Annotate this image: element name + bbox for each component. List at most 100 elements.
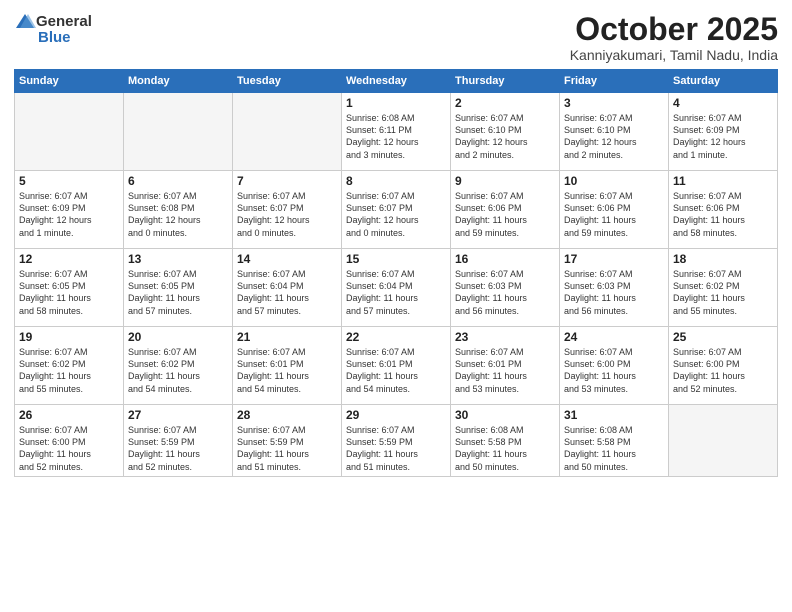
day-info: Sunrise: 6:08 AMSunset: 5:58 PMDaylight:… <box>564 424 664 473</box>
table-row: 15 Sunrise: 6:07 AMSunset: 6:04 PMDayligh… <box>342 249 451 327</box>
day-info: Sunrise: 6:07 AMSunset: 6:10 PMDaylight:… <box>455 112 555 161</box>
day-number: 16 <box>455 252 555 266</box>
table-row: 11 Sunrise: 6:07 AMSunset: 6:06 PMDayligh… <box>669 171 778 249</box>
day-number: 22 <box>346 330 446 344</box>
day-info: Sunrise: 6:07 AMSunset: 6:02 PMDaylight:… <box>19 346 119 395</box>
day-number: 19 <box>19 330 119 344</box>
table-row: 9Sunrise: 6:07 AMSunset: 6:06 PMDaylight… <box>451 171 560 249</box>
table-row: 16 Sunrise: 6:07 AMSunset: 6:03 PMDayligh… <box>451 249 560 327</box>
day-number: 11 <box>673 174 773 188</box>
day-info: Sunrise: 6:07 AMSunset: 5:59 PMDaylight:… <box>128 424 228 473</box>
table-row: 2 Sunrise: 6:07 AMSunset: 6:10 PMDaylight… <box>451 93 560 171</box>
day-info: Sunrise: 6:07 AMSunset: 6:01 PMDaylight:… <box>455 346 555 395</box>
calendar-week-row: 26 Sunrise: 6:07 AMSunset: 6:00 PMDayligh… <box>15 405 778 477</box>
day-number: 26 <box>19 408 119 422</box>
day-number: 2 <box>455 96 555 110</box>
day-number: 13 <box>128 252 228 266</box>
table-row: 19 Sunrise: 6:07 AMSunset: 6:02 PMDayligh… <box>15 327 124 405</box>
day-number: 25 <box>673 330 773 344</box>
logo-general: General <box>36 14 92 29</box>
calendar-header-row: Sunday Monday Tuesday Wednesday Thursday… <box>15 70 778 93</box>
table-row: 5 Sunrise: 6:07 AMSunset: 6:09 PMDaylight… <box>15 171 124 249</box>
table-row: 10 Sunrise: 6:07 AMSunset: 6:06 PMDayligh… <box>560 171 669 249</box>
day-info: Sunrise: 6:07 AMSunset: 5:59 PMDaylight:… <box>346 424 446 473</box>
day-info: Sunrise: 6:07 AMSunset: 6:05 PMDaylight:… <box>128 268 228 317</box>
table-row <box>124 93 233 171</box>
calendar-table: Sunday Monday Tuesday Wednesday Thursday… <box>14 69 778 477</box>
table-row: 8 Sunrise: 6:07 AMSunset: 6:07 PMDaylight… <box>342 171 451 249</box>
calendar-week-row: 5 Sunrise: 6:07 AMSunset: 6:09 PMDaylight… <box>15 171 778 249</box>
day-info: Sunrise: 6:07 AMSunset: 6:00 PMDaylight:… <box>19 424 119 473</box>
table-row: 25Sunrise: 6:07 AMSunset: 6:00 PMDayligh… <box>669 327 778 405</box>
day-info: Sunrise: 6:07 AMSunset: 5:59 PMDaylight:… <box>237 424 337 473</box>
title-area: October 2025 Kanniyakumari, Tamil Nadu, … <box>570 12 778 63</box>
calendar-week-row: 1 Sunrise: 6:08 AMSunset: 6:11 PMDaylight… <box>15 93 778 171</box>
table-row: 4Sunrise: 6:07 AMSunset: 6:09 PMDaylight… <box>669 93 778 171</box>
location: Kanniyakumari, Tamil Nadu, India <box>570 47 778 63</box>
day-info: Sunrise: 6:07 AMSunset: 6:03 PMDaylight:… <box>455 268 555 317</box>
table-row: 21 Sunrise: 6:07 AMSunset: 6:01 PMDayligh… <box>233 327 342 405</box>
table-row <box>669 405 778 477</box>
day-info: Sunrise: 6:08 AMSunset: 5:58 PMDaylight:… <box>455 424 555 473</box>
table-row: 29Sunrise: 6:07 AMSunset: 5:59 PMDayligh… <box>342 405 451 477</box>
header-saturday: Saturday <box>669 70 778 93</box>
day-info: Sunrise: 6:07 AMSunset: 6:06 PMDaylight:… <box>673 190 773 239</box>
day-number: 28 <box>237 408 337 422</box>
day-info: Sunrise: 6:07 AMSunset: 6:07 PMDaylight:… <box>346 190 446 239</box>
day-number: 14 <box>237 252 337 266</box>
table-row: 18 Sunrise: 6:07 AMSunset: 6:02 PMDayligh… <box>669 249 778 327</box>
day-info: Sunrise: 6:08 AMSunset: 6:11 PMDaylight:… <box>346 112 446 161</box>
day-info: Sunrise: 6:07 AMSunset: 6:01 PMDaylight:… <box>237 346 337 395</box>
table-row: 6Sunrise: 6:07 AMSunset: 6:08 PMDaylight… <box>124 171 233 249</box>
day-info: Sunrise: 6:07 AMSunset: 6:07 PMDaylight:… <box>237 190 337 239</box>
day-info: Sunrise: 6:07 AMSunset: 6:09 PMDaylight:… <box>19 190 119 239</box>
table-row: 3 Sunrise: 6:07 AMSunset: 6:10 PMDaylight… <box>560 93 669 171</box>
table-row: 23 Sunrise: 6:07 AMSunset: 6:01 PMDayligh… <box>451 327 560 405</box>
day-number: 3 <box>564 96 664 110</box>
table-row: 31 Sunrise: 6:08 AMSunset: 5:58 PMDayligh… <box>560 405 669 477</box>
logo: General Blue <box>14 12 92 45</box>
header-thursday: Thursday <box>451 70 560 93</box>
table-row: 7Sunrise: 6:07 AMSunset: 6:07 PMDaylight… <box>233 171 342 249</box>
calendar-week-row: 12Sunrise: 6:07 AMSunset: 6:05 PMDayligh… <box>15 249 778 327</box>
day-number: 10 <box>564 174 664 188</box>
day-info: Sunrise: 6:07 AMSunset: 6:04 PMDaylight:… <box>237 268 337 317</box>
day-number: 27 <box>128 408 228 422</box>
header-area: General Blue October 2025 Kanniyakumari,… <box>14 12 778 63</box>
header-sunday: Sunday <box>15 70 124 93</box>
day-number: 18 <box>673 252 773 266</box>
day-number: 23 <box>455 330 555 344</box>
day-number: 8 <box>346 174 446 188</box>
table-row <box>15 93 124 171</box>
month-title: October 2025 <box>570 12 778 47</box>
day-info: Sunrise: 6:07 AMSunset: 6:00 PMDaylight:… <box>564 346 664 395</box>
day-info: Sunrise: 6:07 AMSunset: 6:09 PMDaylight:… <box>673 112 773 161</box>
table-row: 13 Sunrise: 6:07 AMSunset: 6:05 PMDayligh… <box>124 249 233 327</box>
day-info: Sunrise: 6:07 AMSunset: 6:06 PMDaylight:… <box>564 190 664 239</box>
day-info: Sunrise: 6:07 AMSunset: 6:10 PMDaylight:… <box>564 112 664 161</box>
day-info: Sunrise: 6:07 AMSunset: 6:08 PMDaylight:… <box>128 190 228 239</box>
logo-blue: Blue <box>38 30 71 45</box>
logo-icon <box>14 12 36 30</box>
day-number: 1 <box>346 96 446 110</box>
table-row: 14 Sunrise: 6:07 AMSunset: 6:04 PMDayligh… <box>233 249 342 327</box>
day-info: Sunrise: 6:07 AMSunset: 6:02 PMDaylight:… <box>673 268 773 317</box>
day-number: 9 <box>455 174 555 188</box>
table-row: 1 Sunrise: 6:08 AMSunset: 6:11 PMDaylight… <box>342 93 451 171</box>
day-info: Sunrise: 6:07 AMSunset: 6:05 PMDaylight:… <box>19 268 119 317</box>
day-number: 31 <box>564 408 664 422</box>
day-number: 21 <box>237 330 337 344</box>
day-number: 15 <box>346 252 446 266</box>
table-row: 17Sunrise: 6:07 AMSunset: 6:03 PMDayligh… <box>560 249 669 327</box>
table-row: 12Sunrise: 6:07 AMSunset: 6:05 PMDayligh… <box>15 249 124 327</box>
calendar-container: General Blue October 2025 Kanniyakumari,… <box>0 0 792 612</box>
day-number: 17 <box>564 252 664 266</box>
day-number: 30 <box>455 408 555 422</box>
day-info: Sunrise: 6:07 AMSunset: 6:04 PMDaylight:… <box>346 268 446 317</box>
day-number: 5 <box>19 174 119 188</box>
table-row: 28 Sunrise: 6:07 AMSunset: 5:59 PMDayligh… <box>233 405 342 477</box>
header-friday: Friday <box>560 70 669 93</box>
day-info: Sunrise: 6:07 AMSunset: 6:02 PMDaylight:… <box>128 346 228 395</box>
table-row: 26 Sunrise: 6:07 AMSunset: 6:00 PMDayligh… <box>15 405 124 477</box>
header-tuesday: Tuesday <box>233 70 342 93</box>
